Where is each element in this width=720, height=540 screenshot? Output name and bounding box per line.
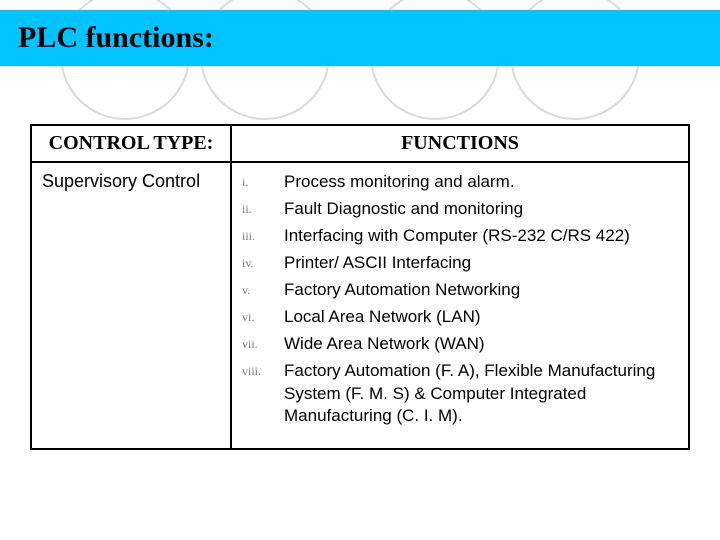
list-item: vi.Local Area Network (LAN) <box>242 306 678 329</box>
functions-list: i.Process monitoring and alarm. ii.Fault… <box>242 171 678 428</box>
list-number: v. <box>242 279 284 298</box>
table-wrap: CONTROL TYPE: FUNCTIONS Supervisory Cont… <box>30 124 690 450</box>
list-number: i. <box>242 171 284 190</box>
cell-functions: i.Process monitoring and alarm. ii.Fault… <box>231 162 689 449</box>
table-header-functions: FUNCTIONS <box>231 125 689 162</box>
list-text: Factory Automation (F. A), Flexible Manu… <box>284 360 678 429</box>
page-title: PLC functions: <box>18 21 214 55</box>
list-text: Interfacing with Computer (RS-232 C/RS 4… <box>284 225 678 248</box>
list-item: i.Process monitoring and alarm. <box>242 171 678 194</box>
table-row: Supervisory Control i.Process monitoring… <box>31 162 689 449</box>
list-text: Process monitoring and alarm. <box>284 171 678 194</box>
slide: PLC functions: CONTROL TYPE: FUNCTIONS S… <box>0 0 720 540</box>
list-item: ii.Fault Diagnostic and monitoring <box>242 198 678 221</box>
list-text: Fault Diagnostic and monitoring <box>284 198 678 221</box>
table-header-control-type: CONTROL TYPE: <box>31 125 231 162</box>
list-number: iv. <box>242 252 284 271</box>
list-number: vi. <box>242 306 284 325</box>
list-number: iii. <box>242 225 284 244</box>
list-text: Printer/ ASCII Interfacing <box>284 252 678 275</box>
list-number: vii. <box>242 333 284 352</box>
list-text: Local Area Network (LAN) <box>284 306 678 329</box>
list-number: viii. <box>242 360 284 379</box>
list-item: v.Factory Automation Networking <box>242 279 678 302</box>
cell-control-type: Supervisory Control <box>31 162 231 449</box>
list-text: Factory Automation Networking <box>284 279 678 302</box>
list-item: iv.Printer/ ASCII Interfacing <box>242 252 678 275</box>
list-item: iii.Interfacing with Computer (RS-232 C/… <box>242 225 678 248</box>
plc-table: CONTROL TYPE: FUNCTIONS Supervisory Cont… <box>30 124 690 450</box>
list-item: vii.Wide Area Network (WAN) <box>242 333 678 356</box>
list-item: viii.Factory Automation (F. A), Flexible… <box>242 360 678 429</box>
list-text: Wide Area Network (WAN) <box>284 333 678 356</box>
list-number: ii. <box>242 198 284 217</box>
title-band: PLC functions: <box>0 10 720 66</box>
